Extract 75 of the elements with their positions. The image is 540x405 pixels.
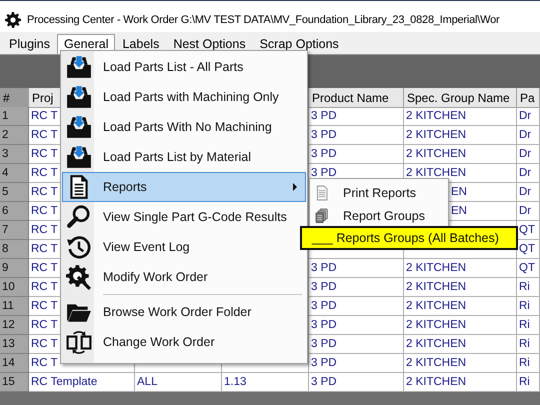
- menu-item[interactable]: Reports: [62, 172, 306, 202]
- table-cell: 2 KITCHEN: [404, 316, 517, 335]
- table-cell: 3 PD: [309, 373, 404, 392]
- row-number: 15: [0, 373, 29, 392]
- table-cell: 1.13: [222, 373, 309, 392]
- table-cell: Ri: [517, 373, 540, 392]
- table-cell: 2 KITCHEN: [404, 259, 517, 278]
- table-cell: 2 KITCHEN: [404, 335, 517, 354]
- menu-bar-item[interactable]: Nest Options: [166, 34, 253, 54]
- table-cell: 2 KITCHEN: [404, 354, 517, 373]
- table-cell: Ri: [517, 354, 540, 373]
- tray-download-icon: [66, 84, 92, 110]
- menu-item[interactable]: Load Parts List - All Parts: [62, 52, 306, 82]
- tray-download-icon: [66, 54, 92, 80]
- row-number: 7: [0, 221, 29, 240]
- table-cell: 3 PD: [309, 278, 404, 297]
- row-number: 1: [0, 107, 29, 126]
- table-cell: Ri: [517, 316, 540, 335]
- menu-bar-item[interactable]: Labels: [115, 34, 166, 54]
- column-header[interactable]: Product Name: [309, 88, 404, 108]
- table-cell: 3 PD: [309, 259, 404, 278]
- row-number: 12: [0, 316, 29, 335]
- swap-icon: [66, 329, 92, 355]
- table-cell: Dr: [517, 145, 540, 164]
- table-cell: RC Template: [29, 373, 135, 392]
- table-cell: 2 KITCHEN: [404, 297, 517, 316]
- document-icon: [314, 184, 330, 202]
- table-cell: ALL: [135, 373, 222, 392]
- table-cell: 3 PD: [309, 335, 404, 354]
- row-number: 8: [0, 240, 29, 259]
- table-cell: Ri: [517, 335, 540, 354]
- table-cell: 2 KITCHEN: [404, 278, 517, 297]
- table-cell: 2 KITCHEN: [404, 107, 517, 126]
- row-number: 5: [0, 183, 29, 202]
- table-cell: Dr: [517, 183, 540, 202]
- table-cell: 3 PD: [309, 107, 404, 126]
- table-cell: Dr: [517, 126, 540, 145]
- row-number: 2: [0, 126, 29, 145]
- table-cell: 3 PD: [309, 297, 404, 316]
- menu-bar-item[interactable]: Plugins: [2, 34, 57, 54]
- row-number: 4: [0, 164, 29, 183]
- table-cell: Ri: [517, 297, 540, 316]
- document-stack-icon: [314, 206, 330, 224]
- table-cell: 3 PD: [309, 354, 404, 373]
- table-cell: 2 KITCHEN: [404, 145, 517, 164]
- tray-download-icon: [66, 144, 92, 170]
- tray-download-icon: [66, 114, 92, 140]
- window-title: Processing Center - Work Order G:\MV TEST DATA\MV_Foundation_Library_23_0828_Imperial\Wor: [27, 14, 500, 26]
- row-number: 10: [0, 278, 29, 297]
- table-cell: Dr: [517, 107, 540, 126]
- history-icon: [66, 234, 92, 260]
- search-icon: [66, 204, 92, 230]
- table-cell: QT: [517, 259, 540, 278]
- column-header[interactable]: Spec. Group Name: [404, 88, 517, 108]
- table-cell: Dr: [517, 164, 540, 183]
- row-number: 11: [0, 297, 29, 316]
- row-number: 3: [0, 145, 29, 164]
- table-cell: 3 PD: [309, 316, 404, 335]
- table-cell: 3 PD: [309, 145, 404, 164]
- table-cell: 2 KITCHEN: [404, 373, 517, 392]
- row-number: 6: [0, 202, 29, 221]
- row-number: 9: [0, 259, 29, 278]
- table-cell: 2 KITCHEN: [404, 126, 517, 145]
- table-cell: Dr: [517, 202, 540, 221]
- submenu-arrow-icon: [293, 183, 297, 191]
- row-number: 14: [0, 354, 29, 373]
- gear-icon: [5, 12, 21, 28]
- menu-bar-item[interactable]: Scrap Options: [252, 34, 346, 54]
- table-cell: 3 PD: [309, 126, 404, 145]
- column-header[interactable]: Pa: [517, 88, 540, 108]
- table-cell: Ri: [517, 278, 540, 297]
- column-header[interactable]: #: [0, 88, 29, 108]
- gear-wrench-icon: [66, 264, 92, 290]
- row-number: 13: [0, 335, 29, 354]
- highlight-tooltip[interactable]: ___ Reports Groups (All Batches): [300, 226, 518, 250]
